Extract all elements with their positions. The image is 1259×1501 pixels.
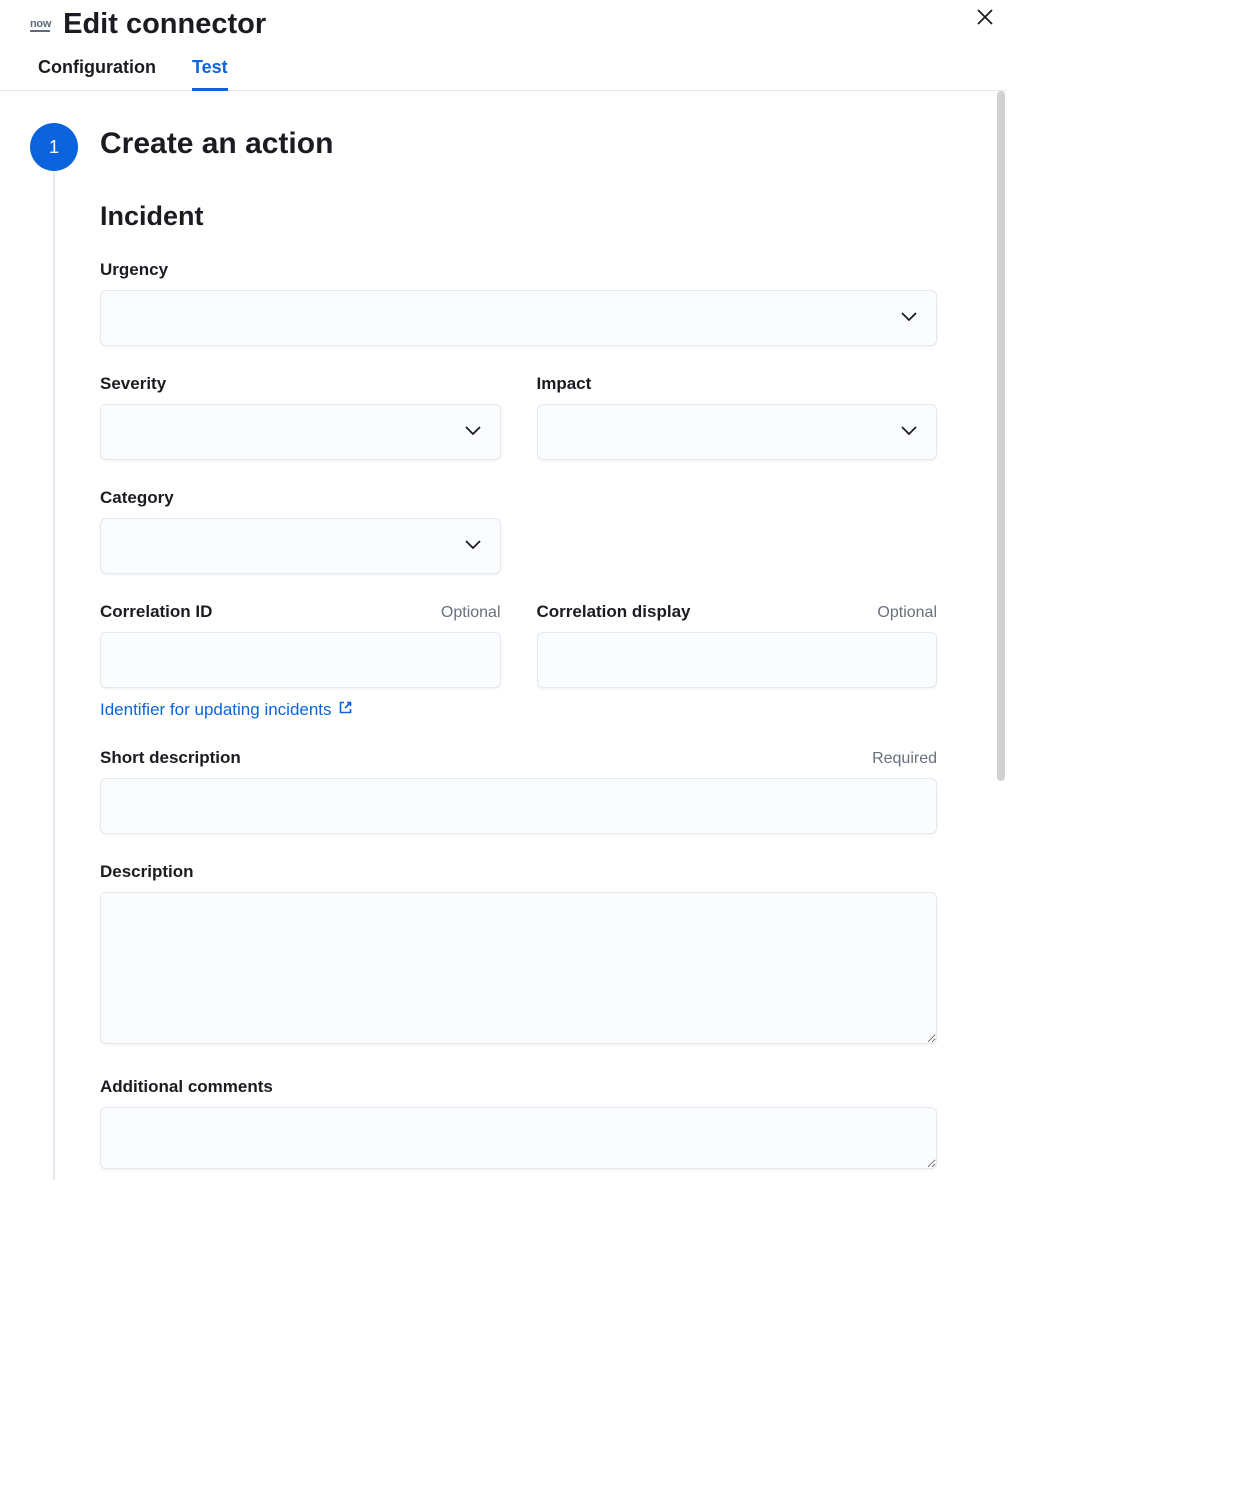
correlation-id-label: Correlation ID (100, 602, 212, 622)
impact-select[interactable] (537, 404, 938, 460)
chevron-down-icon (464, 423, 482, 441)
correlation-id-input[interactable] (100, 632, 501, 688)
chevron-down-icon (900, 423, 918, 441)
correlation-display-input[interactable] (537, 632, 938, 688)
short-description-input[interactable] (100, 778, 937, 834)
optional-hint: Optional (877, 604, 937, 622)
tab-bar: Configuration Test (0, 41, 1007, 91)
close-icon (976, 8, 994, 29)
modal-header: now Edit connector (0, 0, 1007, 41)
identifier-help-text: Identifier for updating incidents (100, 700, 332, 720)
identifier-help-link[interactable]: Identifier for updating incidents (100, 700, 353, 720)
additional-comments-label: Additional comments (100, 1077, 273, 1097)
form-main: Create an action Incident Urgency Severi… (100, 123, 977, 1174)
close-button[interactable] (973, 6, 997, 30)
chevron-down-icon (464, 537, 482, 555)
urgency-select[interactable] (100, 290, 937, 346)
scrollbar[interactable] (997, 91, 1005, 781)
correlation-display-label: Correlation display (537, 602, 691, 622)
tab-test[interactable]: Test (192, 57, 228, 90)
chevron-down-icon (900, 309, 918, 327)
content-area: 1 Create an action Incident Urgency Seve… (0, 91, 1007, 1180)
impact-label: Impact (537, 374, 592, 394)
category-select[interactable] (100, 518, 501, 574)
tab-configuration[interactable]: Configuration (38, 57, 156, 90)
optional-hint: Optional (441, 604, 501, 622)
servicenow-logo: now (30, 18, 51, 32)
step-title: Create an action (100, 123, 937, 161)
step-number-badge: 1 (30, 123, 78, 171)
urgency-label: Urgency (100, 260, 168, 280)
severity-label: Severity (100, 374, 166, 394)
description-label: Description (100, 862, 194, 882)
step-connector-line (53, 171, 55, 1180)
description-textarea[interactable] (100, 892, 937, 1044)
severity-select[interactable] (100, 404, 501, 460)
modal-title: Edit connector (63, 8, 266, 41)
category-label: Category (100, 488, 174, 508)
required-hint: Required (872, 750, 937, 768)
additional-comments-textarea[interactable] (100, 1107, 937, 1169)
external-link-icon (338, 700, 353, 720)
short-description-label: Short description (100, 748, 241, 768)
section-title: Incident (100, 201, 937, 232)
